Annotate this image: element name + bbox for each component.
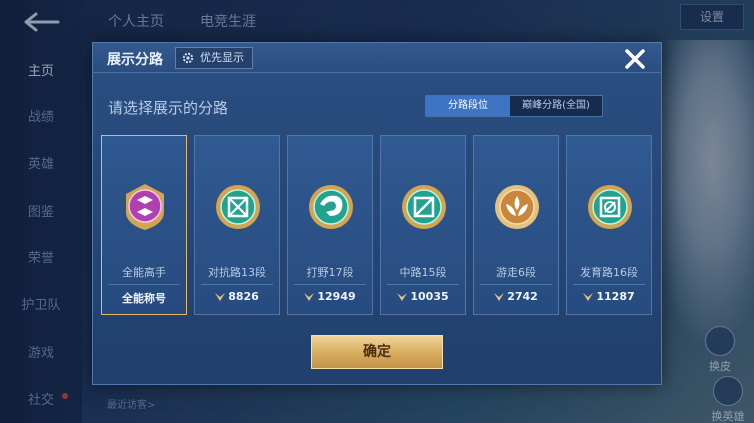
- card-divider: [480, 284, 552, 285]
- priority-display-button[interactable]: 优先显示: [175, 47, 253, 69]
- power-score: 2742: [507, 290, 538, 303]
- power-score: 11287: [596, 290, 635, 303]
- dialog-header: 展示分路 优先显示: [93, 43, 661, 73]
- lane-card-all-round[interactable]: 全能高手 全能称号: [101, 135, 187, 315]
- card-divider: [573, 284, 645, 285]
- power-icon: [583, 293, 594, 301]
- mid-lane-emblem-icon: [402, 185, 446, 229]
- lane-card-title: 全能称号: [122, 292, 166, 305]
- dialog-subtitle: 请选择展示的分路: [108, 99, 229, 117]
- confirm-button[interactable]: 确定: [311, 335, 443, 369]
- farm-lane-emblem-icon: [588, 185, 632, 229]
- card-divider: [108, 284, 180, 285]
- power-icon: [304, 293, 315, 301]
- gear-icon: [182, 52, 194, 64]
- lane-card-clash[interactable]: 对抗路13段 8826: [194, 135, 280, 315]
- lane-card-jungle[interactable]: 打野17段 12949: [287, 135, 373, 315]
- toggle-lane-rank[interactable]: 分路段位: [426, 96, 510, 116]
- dialog-title: 展示分路: [107, 52, 163, 68]
- power-score: 10035: [410, 290, 449, 303]
- lane-card-name: 对抗路13段: [208, 266, 266, 279]
- lane-card-power: 11287: [567, 290, 651, 303]
- lane-card-power: 8826: [195, 290, 279, 303]
- lane-source-toggle: 分路段位 巅峰分路(全国): [425, 95, 603, 117]
- jungle-emblem-icon: [309, 185, 353, 229]
- power-icon: [215, 293, 226, 301]
- power-icon: [397, 293, 408, 301]
- power-score: 8826: [228, 290, 259, 303]
- all-round-emblem-icon: [126, 184, 164, 230]
- card-divider: [201, 284, 273, 285]
- card-divider: [387, 284, 459, 285]
- lane-display-dialog: 展示分路 优先显示 请选择展示的分路 分路段位 巅峰分路(全国) 全能高手 全能…: [92, 42, 662, 385]
- close-icon[interactable]: [621, 45, 649, 73]
- lane-card-name: 游走6段: [496, 266, 536, 279]
- toggle-peak-lane[interactable]: 巅峰分路(全国): [510, 96, 602, 116]
- lane-card-name: 打野17段: [306, 266, 354, 279]
- lane-card-list: 全能高手 全能称号 对抗路13段 8826 打野17段 12949 中路15段 …: [101, 135, 657, 315]
- lane-card-name: 发育路16段: [580, 266, 638, 279]
- lane-card-name: 全能高手: [122, 266, 166, 279]
- lane-card-power: 12949: [288, 290, 372, 303]
- roam-emblem-icon: [495, 185, 539, 229]
- priority-display-label: 优先显示: [200, 51, 244, 64]
- clash-lane-emblem-icon: [216, 185, 260, 229]
- power-icon: [494, 293, 505, 301]
- lane-card-name: 中路15段: [399, 266, 447, 279]
- lane-card-farm[interactable]: 发育路16段 11287: [566, 135, 652, 315]
- lane-card-mid[interactable]: 中路15段 10035: [380, 135, 466, 315]
- power-score: 12949: [317, 290, 356, 303]
- card-divider: [294, 284, 366, 285]
- lane-card-power: 2742: [474, 290, 558, 303]
- lane-card-roam[interactable]: 游走6段 2742: [473, 135, 559, 315]
- lane-card-power: 10035: [381, 290, 465, 303]
